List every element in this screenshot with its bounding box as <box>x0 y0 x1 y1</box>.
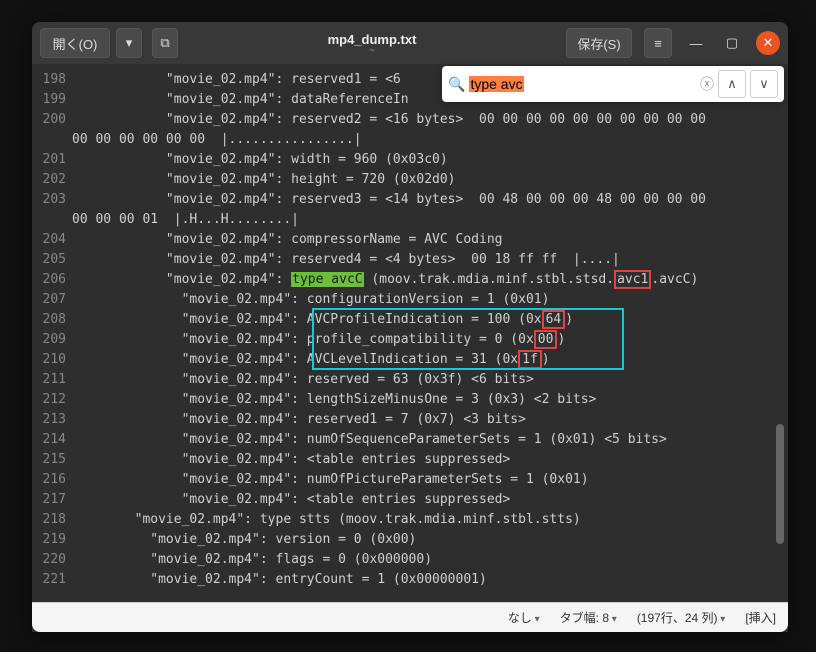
close-button[interactable]: ✕ <box>756 31 780 55</box>
new-tab-button[interactable]: ⧉ <box>152 28 178 58</box>
code-line: "movie_02.mp4": entryCount = 1 (0x000000… <box>72 570 788 590</box>
code-line: "movie_02.mp4": width = 960 (0x03c0) <box>72 150 788 170</box>
code-line: "movie_02.mp4": height = 720 (0x02d0) <box>72 170 788 190</box>
code-line: "movie_02.mp4": version = 0 (0x00) <box>72 530 788 550</box>
document-path: ~ <box>184 45 560 55</box>
code-line: "movie_02.mp4": reserved3 = <14 bytes> 0… <box>72 190 788 210</box>
tab-width-selector[interactable]: タブ幅: 8 <box>560 609 617 626</box>
code-line: "movie_02.mp4": lengthSizeMinusOne = 3 (… <box>72 390 788 410</box>
code-line: "movie_02.mp4": compressorName = AVC Cod… <box>72 230 788 250</box>
code-line: "movie_02.mp4": profile_compatibility = … <box>72 330 788 350</box>
code-line: "movie_02.mp4": <table entries suppresse… <box>72 490 788 510</box>
code-line: "movie_02.mp4": reserved2 = <16 bytes> 0… <box>72 110 788 130</box>
search-input[interactable]: type avc <box>469 76 696 92</box>
open-button[interactable]: 開く(O) <box>40 28 110 58</box>
code-line: "movie_02.mp4": reserved4 = <4 bytes> 00… <box>72 250 788 270</box>
line-gutter: 1981992002012022032042052062072082092102… <box>32 64 72 602</box>
code-line: "movie_02.mp4": flags = 0 (0x000000) <box>72 550 788 570</box>
editor-window: 開く(O) ▾ ⧉ mp4_dump.txt ~ 保存(S) ≡ — ▢ ✕ 1… <box>32 22 788 632</box>
code-line: "movie_02.mp4": reserved1 = 7 (0x7) <3 b… <box>72 410 788 430</box>
search-icon: 🔍 <box>448 76 465 93</box>
scrollbar-thumb[interactable] <box>776 424 784 544</box>
maximize-button[interactable]: ▢ <box>720 31 744 55</box>
code-line: "movie_02.mp4": numOfPictureParameterSet… <box>72 470 788 490</box>
code-line: "movie_02.mp4": type avcC (moov.trak.mdi… <box>72 270 788 290</box>
open-dropdown[interactable]: ▾ <box>116 28 142 58</box>
code-line: "movie_02.mp4": AVCLevelIndication = 31 … <box>72 350 788 370</box>
search-next-button[interactable]: ∨ <box>750 70 778 98</box>
code-line: "movie_02.mp4": AVCProfileIndication = 1… <box>72 310 788 330</box>
cursor-position[interactable]: (197行、24 列) <box>637 609 726 626</box>
search-prev-button[interactable]: ∧ <box>718 70 746 98</box>
code-line: "movie_02.mp4": <table entries suppresse… <box>72 450 788 470</box>
titlebar: 開く(O) ▾ ⧉ mp4_dump.txt ~ 保存(S) ≡ — ▢ ✕ <box>32 22 788 64</box>
code-line: "movie_02.mp4": configurationVersion = 1… <box>72 290 788 310</box>
hamburger-menu[interactable]: ≡ <box>644 28 672 58</box>
code-line: "movie_02.mp4": type stts (moov.trak.mdi… <box>72 510 788 530</box>
save-button[interactable]: 保存(S) <box>566 28 632 58</box>
clear-search-icon[interactable]: ⓧ <box>700 74 714 94</box>
code-line: 00 00 00 00 00 00 |................| <box>72 130 788 150</box>
insert-mode: [挿入] <box>745 609 776 626</box>
language-selector[interactable]: なし <box>508 609 540 626</box>
status-bar: なし タブ幅: 8 (197行、24 列) [挿入] <box>32 602 788 632</box>
search-bar: 🔍 type avc ⓧ ∧ ∨ <box>442 66 784 102</box>
code-line: "movie_02.mp4": reserved = 63 (0x3f) <6 … <box>72 370 788 390</box>
code-line: 00 00 00 01 |.H...H........| <box>72 210 788 230</box>
code-content[interactable]: "movie_02.mp4": reserved1 = <6 "movie_02… <box>72 64 788 602</box>
minimize-button[interactable]: — <box>684 31 708 55</box>
editor-area[interactable]: 1981992002012022032042052062072082092102… <box>32 64 788 602</box>
title-area: mp4_dump.txt ~ <box>184 32 560 55</box>
code-line: "movie_02.mp4": numOfSequenceParameterSe… <box>72 430 788 450</box>
